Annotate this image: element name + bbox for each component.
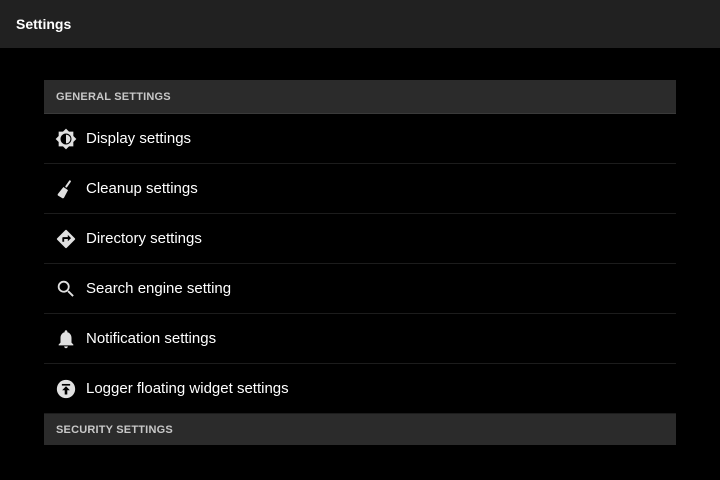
directory-settings-item[interactable]: Directory settings [44, 214, 676, 264]
cleanup-settings-item[interactable]: Cleanup settings [44, 164, 676, 214]
display-settings-item[interactable]: Display settings [44, 114, 676, 164]
logger-widget-settings-label: Logger floating widget settings [86, 380, 289, 397]
display-settings-label: Display settings [86, 130, 192, 147]
section-header-security: SECURITY SETTINGS [44, 414, 676, 445]
directory-settings-label: Directory settings [86, 230, 202, 247]
section-header-general: GENERAL SETTINGS [44, 80, 676, 114]
settings-list: GENERAL SETTINGS Display settings Cleanu… [44, 80, 676, 445]
directions-icon [55, 228, 77, 250]
notification-settings-label: Notification settings [86, 330, 217, 347]
upload-circle-icon [55, 378, 77, 400]
search-icon [55, 278, 77, 300]
brightness-icon [55, 128, 77, 150]
logger-widget-settings-item[interactable]: Logger floating widget settings [44, 364, 676, 414]
broom-icon [55, 178, 77, 200]
notification-settings-item[interactable]: Notification settings [44, 314, 676, 364]
search-engine-setting-item[interactable]: Search engine setting [44, 264, 676, 314]
search-engine-setting-label: Search engine setting [86, 280, 232, 297]
cleanup-settings-label: Cleanup settings [86, 180, 198, 197]
app-bar: Settings [0, 0, 720, 48]
app-title: Settings [16, 16, 72, 32]
bell-icon [55, 328, 77, 350]
